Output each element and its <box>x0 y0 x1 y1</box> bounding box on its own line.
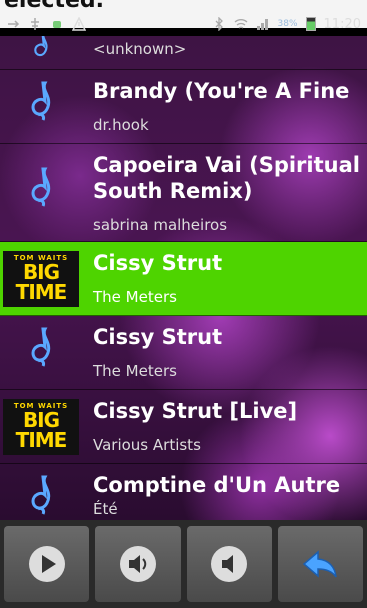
list-item[interactable]: TOM WAITS BIG TIME Cissy Strut [Live] Va… <box>0 390 367 464</box>
volume-down-icon <box>211 546 248 582</box>
thumb <box>0 316 82 389</box>
song-artist: Été <box>93 500 118 518</box>
album-art: TOM WAITS BIG TIME <box>3 250 79 307</box>
song-title: Comptine d'Un Autre <box>93 473 341 497</box>
song-artist: The Meters <box>93 288 177 306</box>
bluetooth-icon <box>215 17 223 31</box>
battery-icon <box>305 17 316 31</box>
album-art: TOM WAITS BIG TIME <box>3 398 79 455</box>
clock: 11:20 <box>323 16 361 32</box>
usb-debug-icon <box>31 18 39 30</box>
thumb <box>0 70 82 143</box>
back-arrow-icon <box>303 550 338 578</box>
thumb: TOM WAITS BIG TIME <box>0 242 82 315</box>
song-title: Cissy Strut <box>93 325 223 349</box>
music-note-icon <box>31 327 51 367</box>
play-button[interactable] <box>4 526 90 602</box>
music-note-icon <box>34 36 48 56</box>
volume-up-button[interactable] <box>95 526 181 602</box>
song-title: Capoeira Vai (Spiritual South Remix) <box>93 153 360 203</box>
list-item[interactable]: Capoeira Vai (Spiritual South Remix) sab… <box>0 144 367 242</box>
volume-down-button[interactable] <box>186 526 272 602</box>
volume-up-icon <box>119 546 156 582</box>
list-item[interactable]: Comptine d'Un Autre Été <box>0 464 367 520</box>
song-list[interactable]: <unknown> Brandy (You're A Fine dr.hook … <box>0 36 367 520</box>
list-item-selected[interactable]: TOM WAITS BIG TIME Cissy Strut The Meter… <box>0 242 367 316</box>
song-title: Cissy Strut <box>93 251 223 275</box>
music-note-icon <box>31 167 51 207</box>
song-title: Brandy (You're A Fine <box>93 79 350 103</box>
list-item[interactable]: Brandy (You're A Fine dr.hook <box>0 70 367 144</box>
song-artist: <unknown> <box>93 40 187 58</box>
thumb <box>0 144 82 241</box>
status-bar: 38% 11:20 <box>0 12 367 36</box>
play-icon <box>28 546 65 582</box>
song-artist: sabrina malheiros <box>93 216 228 234</box>
music-note-icon <box>31 81 51 121</box>
wifi-icon <box>234 19 247 29</box>
music-note-icon <box>31 475 51 515</box>
thumb <box>0 36 82 69</box>
song-title: Cissy Strut [Live] <box>93 399 298 423</box>
list-item[interactable]: <unknown> <box>0 36 367 70</box>
playback-controls <box>0 520 367 608</box>
battery-percent: 38% <box>277 19 298 29</box>
list-item[interactable]: Cissy Strut The Meters <box>0 316 367 390</box>
song-artist: dr.hook <box>93 116 149 134</box>
thumb: TOM WAITS BIG TIME <box>0 390 82 463</box>
back-button[interactable] <box>277 526 363 602</box>
song-artist: The Meters <box>93 362 177 380</box>
signal-icon <box>256 19 268 30</box>
android-icon <box>53 21 61 28</box>
thumb <box>0 464 82 520</box>
usb-icon <box>8 20 20 28</box>
warning-icon <box>72 17 86 31</box>
music-player-screen: elected. 38% 11:20 <unknown> Brandy (You… <box>0 0 367 608</box>
song-artist: Various Artists <box>93 436 201 454</box>
